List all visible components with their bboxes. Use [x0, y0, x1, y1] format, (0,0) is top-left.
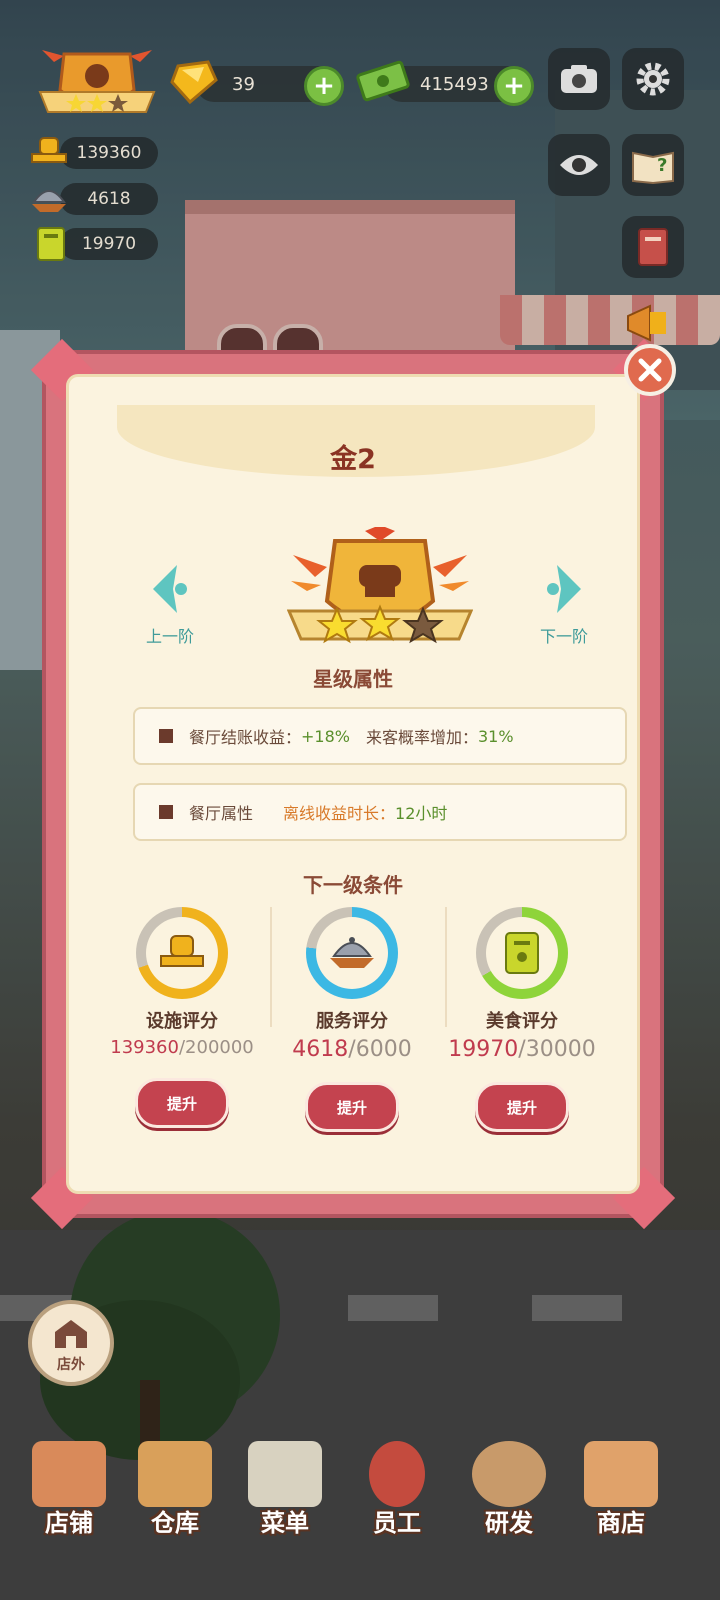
- arrow-left-icon: [153, 565, 187, 613]
- attr1-value2: 31%: [478, 726, 514, 746]
- attr1-value1: +18%: [301, 726, 350, 746]
- gem-icon: [168, 58, 220, 110]
- service-req-target: /6000: [348, 1037, 412, 1062]
- facility-req-current: 139360: [110, 1037, 179, 1058]
- next-level-heading: 下一级条件: [303, 873, 403, 897]
- notebook-button[interactable]: [622, 216, 684, 278]
- bullet: [159, 729, 173, 743]
- next-rank-label: 下一阶: [539, 627, 588, 646]
- nav-menu-label: 菜单: [261, 1509, 309, 1537]
- nav-staff[interactable]: 员工: [342, 1425, 452, 1595]
- rank-title: 金2: [330, 444, 376, 475]
- nav-research-label: 研发: [485, 1509, 533, 1537]
- attr1-label2: 来客概率增加：: [365, 728, 478, 747]
- next-rank-button[interactable]: 下一阶: [519, 563, 609, 647]
- nav-menu[interactable]: 菜单: [230, 1425, 340, 1595]
- nav-warehouse-label: 仓库: [151, 1509, 199, 1537]
- outside-button[interactable]: 店外: [28, 1300, 114, 1386]
- add-cash-button[interactable]: +: [494, 66, 534, 106]
- nav-shop-label: 店铺: [45, 1509, 93, 1537]
- notebook-icon: [638, 228, 668, 266]
- cloche-icon: [330, 937, 374, 968]
- attr2-label2: 离线收益时长：: [283, 804, 396, 823]
- cooking-pot-icon: [472, 1441, 546, 1507]
- guide-button[interactable]: ?: [622, 134, 684, 196]
- attribute-row-income: 餐厅结账收益： +18% 来客概率增加： 31%: [133, 707, 627, 765]
- food-score-value: 19970: [81, 234, 137, 254]
- upgrade-food-button[interactable]: 提升: [475, 1082, 569, 1132]
- announcement-button[interactable]: [620, 298, 680, 348]
- attr2-value2: 12小时: [395, 804, 448, 823]
- service-req-name: 服务评分: [316, 1011, 388, 1032]
- nav-warehouse[interactable]: 仓库: [120, 1425, 230, 1595]
- view-button[interactable]: [548, 134, 610, 196]
- camera-button[interactable]: [548, 48, 610, 110]
- attr2-label: 餐厅属性: [189, 804, 254, 823]
- svg-text:?: ?: [657, 155, 667, 176]
- service-progress-ring: [306, 907, 398, 999]
- cash-value: 415493: [420, 73, 489, 95]
- gear-icon: [636, 62, 670, 96]
- facility-progress-ring: [136, 907, 228, 999]
- nav-research[interactable]: 研发: [454, 1425, 564, 1595]
- food-requirement: 美食评分 19970/30000 提升: [437, 907, 607, 1132]
- outside-label: 店外: [57, 1357, 85, 1373]
- food-req-name: 美食评分: [486, 1011, 558, 1032]
- store-icon: [584, 1441, 658, 1507]
- cash-icon: [354, 56, 412, 110]
- service-score-value: 4618: [87, 189, 131, 209]
- add-gems-button[interactable]: +: [304, 66, 344, 106]
- facility-req-name: 设施评分: [146, 1011, 218, 1032]
- cloche-icon: [28, 178, 70, 218]
- rank-dialog: 金2 上一阶 下一阶 星级属性 餐厅结账收益： +18% 来客概率增加： 31%…: [30, 338, 676, 1230]
- food-req-target: /30000: [518, 1037, 596, 1062]
- chef-hat-icon: [28, 132, 70, 172]
- food-req-current: 19970: [448, 1037, 519, 1062]
- attr1-label: 餐厅结账收益：: [189, 728, 302, 747]
- megaphone-icon: [627, 304, 666, 342]
- service-requirement: 服务评分 4618/6000 提升: [267, 907, 437, 1132]
- dialog-panel: 金2 上一阶 下一阶 星级属性 餐厅结账收益： +18% 来客概率增加： 31%…: [66, 374, 640, 1194]
- nav-store[interactable]: 商店: [566, 1425, 676, 1595]
- staff-icon: [369, 1441, 425, 1507]
- bottom-nav: 店铺 仓库 菜单 员工 研发 商店: [0, 1425, 720, 1600]
- close-button[interactable]: [624, 344, 676, 396]
- upgrade-facility-button[interactable]: 提升: [135, 1078, 229, 1128]
- storefront-icon: [32, 1441, 106, 1507]
- eye-icon: [560, 155, 598, 175]
- facility-score-pill: 139360: [60, 137, 158, 169]
- restaurant-rank-badge[interactable]: [34, 42, 160, 128]
- facility-requirement: 设施评分 139360/200000 提升: [97, 907, 267, 1128]
- nav-shop[interactable]: 店铺: [14, 1425, 124, 1595]
- gold-rank-emblem: [286, 525, 474, 659]
- nav-staff-label: 员工: [373, 1509, 421, 1537]
- arrow-right-icon: [547, 565, 581, 613]
- recipe-book-icon: [505, 932, 539, 974]
- prev-rank-label: 上一阶: [145, 627, 194, 646]
- settings-button[interactable]: [622, 48, 684, 110]
- chef-hat-icon: [160, 935, 204, 967]
- upgrade-service-button[interactable]: 提升: [305, 1082, 399, 1132]
- star-attributes-heading: 星级属性: [313, 667, 393, 691]
- camera-icon: [561, 65, 597, 93]
- recipe-book-icon: [30, 224, 72, 264]
- gems-value: 39: [232, 73, 255, 95]
- clipboard-icon: [248, 1441, 322, 1507]
- bullet: [159, 805, 173, 819]
- box-icon: [138, 1441, 212, 1507]
- nav-store-label: 商店: [597, 1509, 645, 1537]
- attribute-row-offline: 餐厅属性 离线收益时长： 12小时: [133, 783, 627, 841]
- facility-req-target: /200000: [178, 1037, 254, 1058]
- help-book-icon: ?: [632, 151, 674, 185]
- service-req-current: 4618: [292, 1037, 349, 1062]
- food-score-pill: 19970: [60, 228, 158, 260]
- food-progress-ring: [476, 907, 568, 999]
- facility-score-value: 139360: [76, 143, 142, 163]
- prev-rank-button[interactable]: 上一阶: [125, 563, 215, 647]
- house-icon: [55, 1320, 87, 1348]
- close-icon: [638, 358, 662, 382]
- service-score-pill: 4618: [60, 183, 158, 215]
